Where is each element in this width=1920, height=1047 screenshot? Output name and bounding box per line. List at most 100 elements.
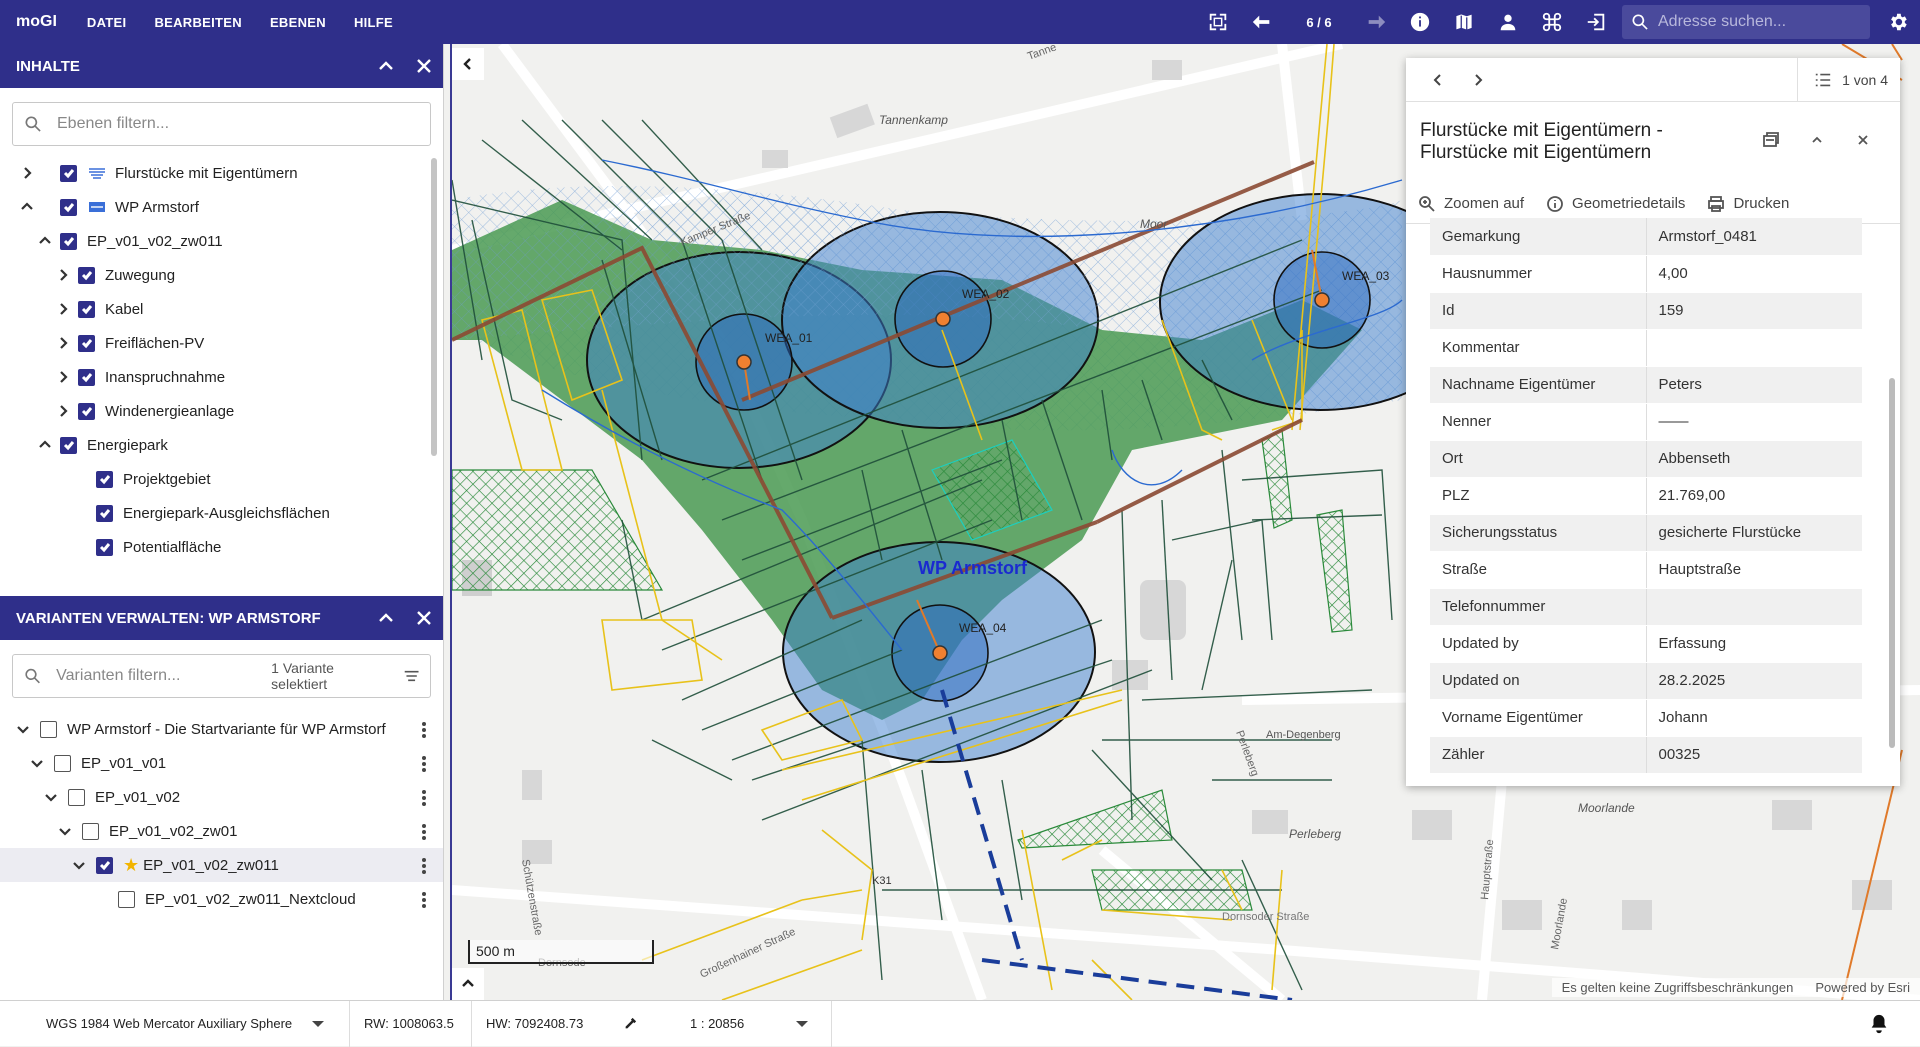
- variant-filter-input[interactable]: [56, 667, 264, 685]
- settings-gear-icon[interactable]: [1876, 0, 1920, 44]
- layer-row-flurstuecke[interactable]: Flurstücke mit Eigentümern: [0, 156, 443, 190]
- more-options-icon[interactable]: [421, 788, 427, 808]
- login-icon[interactable]: [1574, 0, 1618, 44]
- close-popup-button[interactable]: [1840, 120, 1886, 160]
- geometry-details-action[interactable]: Geometriedetails: [1546, 195, 1685, 213]
- menu-bearbeiten[interactable]: BEARBEITEN: [154, 15, 242, 30]
- chevron-right-icon[interactable]: [18, 164, 36, 182]
- layer-checkbox[interactable]: [60, 164, 77, 182]
- chevron-right-icon[interactable]: [54, 368, 72, 386]
- chevron-down-icon[interactable]: [42, 788, 60, 806]
- variant-checkbox[interactable]: [54, 754, 71, 772]
- eyedropper-icon[interactable]: [623, 1017, 637, 1031]
- chevron-down-icon[interactable]: [14, 720, 32, 738]
- collapse-popup-button[interactable]: [1794, 120, 1840, 160]
- variant-checkbox[interactable]: [82, 822, 99, 840]
- chevron-up-icon[interactable]: [36, 436, 54, 454]
- address-search-input[interactable]: [1658, 13, 1858, 31]
- layer-checkbox[interactable]: [96, 538, 113, 556]
- layer-row-inanspruchnahme[interactable]: Inanspruchnahme: [0, 360, 443, 394]
- more-options-icon[interactable]: [421, 856, 427, 876]
- variant-filter[interactable]: 1 Variante selektiert: [12, 654, 431, 698]
- dock-button[interactable]: [1748, 120, 1794, 160]
- collapse-left-panel-button[interactable]: [452, 48, 484, 80]
- address-search[interactable]: [1622, 5, 1870, 39]
- more-options-icon[interactable]: [421, 890, 427, 910]
- layer-checkbox[interactable]: [78, 402, 95, 420]
- layer-row-kabel[interactable]: Kabel: [0, 292, 443, 326]
- menu-ebenen[interactable]: EBENEN: [270, 15, 326, 30]
- variant-row[interactable]: EP_v01_v02_zw011_Nextcloud: [0, 882, 443, 916]
- more-options-icon[interactable]: [421, 822, 427, 842]
- collapse-variants-button[interactable]: [367, 596, 405, 640]
- layer-tree-scrollbar[interactable]: [431, 158, 437, 456]
- chevron-right-icon[interactable]: [54, 402, 72, 420]
- chevron-down-icon[interactable]: [312, 1020, 325, 1027]
- layer-checkbox[interactable]: [60, 436, 77, 454]
- more-options-icon[interactable]: [421, 720, 427, 740]
- chevron-right-icon[interactable]: [54, 334, 72, 352]
- layer-checkbox[interactable]: [78, 266, 95, 284]
- menu-hilfe[interactable]: HILFE: [354, 15, 393, 30]
- layer-checkbox[interactable]: [60, 232, 77, 250]
- variant-row[interactable]: EP_v01_v01: [0, 746, 443, 780]
- chevron-down-icon[interactable]: [70, 856, 88, 874]
- layer-row-wp-armstorf[interactable]: WP Armstorf: [0, 190, 443, 224]
- previous-feature-button[interactable]: [1418, 60, 1458, 100]
- command-icon[interactable]: [1530, 0, 1574, 44]
- powered-by-text[interactable]: Powered by Esri: [1815, 980, 1910, 995]
- chevron-up-icon[interactable]: [18, 198, 36, 216]
- chevron-down-icon[interactable]: [56, 822, 74, 840]
- print-action[interactable]: Drucken: [1707, 195, 1789, 213]
- layer-checkbox[interactable]: [96, 504, 113, 522]
- collapse-bottom-button[interactable]: [452, 968, 484, 1000]
- variant-checkbox[interactable]: [40, 720, 57, 738]
- layer-checkbox[interactable]: [78, 300, 95, 318]
- close-variants-button[interactable]: [405, 596, 443, 640]
- scale-select[interactable]: 1 : 20856: [666, 1000, 832, 1047]
- close-contents-button[interactable]: [405, 44, 443, 88]
- collapse-contents-button[interactable]: [367, 44, 405, 88]
- chevron-right-icon[interactable]: [54, 300, 72, 318]
- full-extent-icon[interactable]: [1196, 0, 1240, 44]
- previous-extent-icon[interactable]: [1240, 0, 1284, 44]
- filter-list-icon[interactable]: [403, 667, 420, 685]
- zoom-to-action[interactable]: Zoomen auf: [1418, 195, 1524, 213]
- map-icon[interactable]: [1442, 0, 1486, 44]
- layer-checkbox[interactable]: [78, 334, 95, 352]
- variant-row-selected[interactable]: ★ EP_v01_v02_zw011: [0, 848, 443, 882]
- menu-datei[interactable]: DATEI: [87, 15, 127, 30]
- more-options-icon[interactable]: [421, 754, 427, 774]
- layer-row-windenergieanlage[interactable]: Windenergieanlage: [0, 394, 443, 428]
- notification-bell-icon[interactable]: [1868, 1013, 1890, 1035]
- next-extent-icon[interactable]: [1354, 0, 1398, 44]
- chevron-up-icon[interactable]: [36, 232, 54, 250]
- variant-row[interactable]: EP_v01_v02_zw01: [0, 814, 443, 848]
- popup-scrollbar[interactable]: [1888, 218, 1896, 778]
- layer-row-zuwegung[interactable]: Zuwegung: [0, 258, 443, 292]
- layer-row-energiepark[interactable]: Energiepark: [0, 428, 443, 462]
- user-icon[interactable]: [1486, 0, 1530, 44]
- feature-pager[interactable]: 1 von 4: [1797, 57, 1900, 102]
- variant-checkbox[interactable]: [68, 788, 85, 806]
- chevron-down-icon[interactable]: [28, 754, 46, 772]
- info-icon[interactable]: [1398, 0, 1442, 44]
- layer-row-ausgleichsflaechen[interactable]: Energiepark-Ausgleichsflächen: [0, 496, 443, 530]
- variant-checkbox[interactable]: [118, 890, 135, 908]
- crs-select[interactable]: WGS 1984 Web Mercator Auxiliary Sphere: [0, 1000, 350, 1047]
- layer-row-freiflaechen-pv[interactable]: Freiflächen-PV: [0, 326, 443, 360]
- layer-checkbox[interactable]: [78, 368, 95, 386]
- layer-filter[interactable]: [12, 102, 431, 146]
- layer-row-ep-v01-v02-zw011[interactable]: EP_v01_v02_zw011: [0, 224, 443, 258]
- variant-row[interactable]: EP_v01_v02: [0, 780, 443, 814]
- layer-checkbox[interactable]: [96, 470, 113, 488]
- layer-row-potentialflaeche[interactable]: Potentialfläche: [0, 530, 443, 564]
- layer-checkbox[interactable]: [60, 198, 77, 216]
- layer-filter-input[interactable]: [57, 115, 420, 133]
- variant-checkbox[interactable]: [96, 856, 113, 874]
- variant-row[interactable]: WP Armstorf - Die Startvariante für WP A…: [0, 712, 443, 746]
- chevron-down-icon[interactable]: [796, 1020, 809, 1027]
- layer-row-projektgebiet[interactable]: Projektgebiet: [0, 462, 443, 496]
- next-feature-button[interactable]: [1458, 60, 1498, 100]
- chevron-right-icon[interactable]: [54, 266, 72, 284]
